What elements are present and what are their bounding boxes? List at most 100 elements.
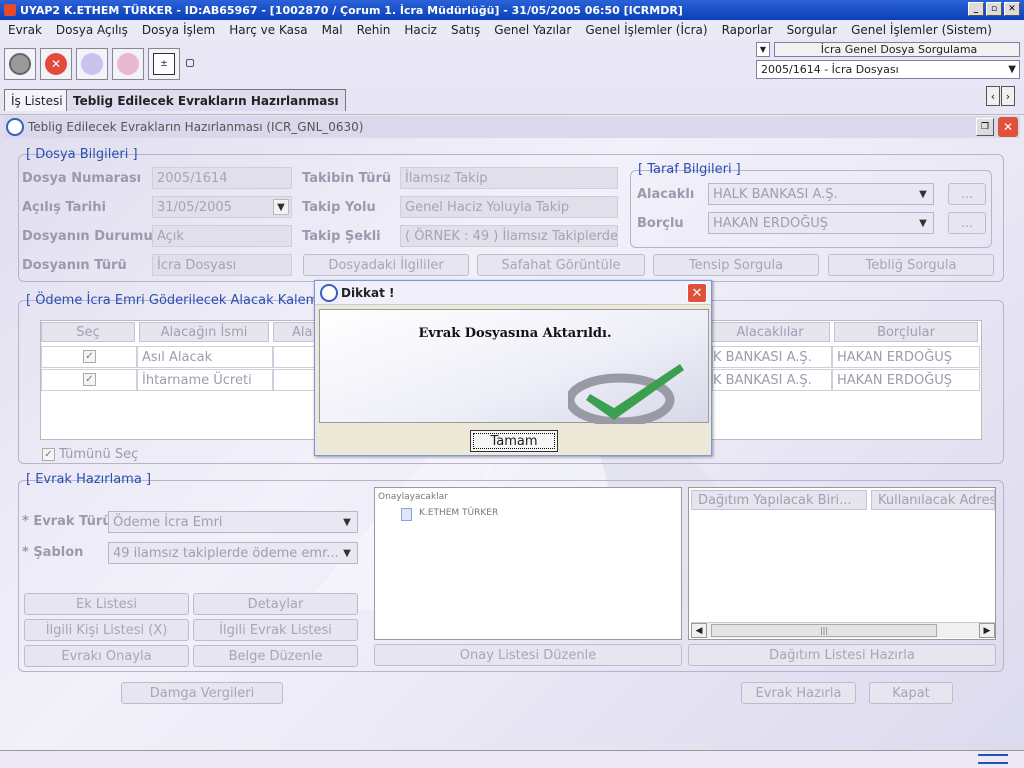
menu-genel-yazilar[interactable]: Genel Yazılar bbox=[494, 23, 571, 37]
alacakli-more-button[interactable]: ... bbox=[948, 183, 986, 205]
taraf-bilgileri-group bbox=[630, 170, 992, 248]
table-row-2-name: İhtarname Ücreti bbox=[137, 369, 273, 391]
alacakli-value: HALK BANKASI A.Ş. bbox=[713, 187, 838, 202]
info-button[interactable] bbox=[4, 48, 36, 80]
query-dropdown-arrow-icon[interactable]: ▼ bbox=[756, 42, 770, 57]
kapat-button[interactable]: Kapat bbox=[869, 682, 953, 704]
row-1-checkbox[interactable]: ✓ bbox=[83, 350, 96, 363]
tree-item[interactable]: K.ETHEM TÜRKER bbox=[419, 508, 498, 518]
dosyadaki-ilgililer-button[interactable]: Dosyadaki İlgililer bbox=[303, 254, 469, 276]
table-row-1-borclu: HAKAN ERDOĞUŞ bbox=[832, 346, 980, 368]
onaylayacaklar-tree[interactable]: Onaylayacaklar K.ETHEM TÜRKER bbox=[374, 487, 682, 640]
date-dropdown-icon[interactable]: ▼ bbox=[273, 199, 289, 215]
restore-button[interactable]: ❐ bbox=[976, 118, 994, 136]
borclu-combo[interactable]: HAKAN ERDOĞUŞ ▼ bbox=[708, 212, 934, 234]
close-button[interactable]: ✕ bbox=[1004, 2, 1020, 16]
people-button[interactable] bbox=[112, 48, 144, 80]
calculator-icon: ± bbox=[153, 53, 175, 75]
dosya-durumu-field[interactable]: Açık bbox=[152, 225, 292, 247]
tensip-sorgula-button[interactable]: Tensip Sorgula bbox=[653, 254, 819, 276]
safahat-goruntule-button[interactable]: Safahat Görüntüle bbox=[477, 254, 645, 276]
teblig-sorgula-button[interactable]: Tebliğ Sorgula bbox=[828, 254, 994, 276]
file-combo-value: 2005/1614 - İcra Dosyası bbox=[761, 63, 899, 76]
connection-icon bbox=[978, 754, 1008, 764]
menu-sorgular[interactable]: Sorgular bbox=[787, 23, 838, 37]
col-dagitim[interactable]: Dağıtım Yapılacak Biri... bbox=[691, 490, 867, 510]
menu-dosya-islem[interactable]: Dosya İşlem bbox=[142, 23, 215, 37]
onay-listesi-duzenle-button[interactable]: Onay Listesi Düzenle bbox=[374, 644, 682, 666]
uyap-logo-icon bbox=[6, 118, 24, 136]
ilgili-kisi-listesi-button[interactable]: İlgili Kişi Listesi (X) bbox=[24, 619, 189, 641]
col-sec[interactable]: Seç bbox=[41, 322, 135, 342]
menu-genel-islemler-sistem[interactable]: Genel İşlemler (Sistem) bbox=[851, 23, 992, 37]
dosya-numarasi-field[interactable]: 2005/1614 bbox=[152, 167, 292, 189]
menu-evrak[interactable]: Evrak bbox=[8, 23, 42, 37]
menu-raporlar[interactable]: Raporlar bbox=[722, 23, 773, 37]
document-icon bbox=[401, 508, 412, 521]
calculator-button[interactable]: ± bbox=[148, 48, 180, 80]
dialog-close-button[interactable]: ✕ bbox=[687, 283, 707, 303]
col-alacaklilar[interactable]: Alacaklılar bbox=[710, 322, 830, 342]
ilgili-evrak-listesi-button[interactable]: İlgili Evrak Listesi bbox=[193, 619, 358, 641]
belge-duzenle-button[interactable]: Belge Düzenle bbox=[193, 645, 358, 667]
col-adres[interactable]: Kullanılacak Adres bbox=[871, 490, 995, 510]
damga-vergileri-button[interactable]: Damga Vergileri bbox=[121, 682, 283, 704]
dosya-bilgileri-title: [ Dosya Bilgileri ] bbox=[26, 147, 138, 162]
menu-rehin[interactable]: Rehin bbox=[357, 23, 391, 37]
evrak-group-title: [ Evrak Hazırlama ] bbox=[26, 472, 152, 487]
detaylar-button[interactable]: Detaylar bbox=[193, 593, 358, 615]
menu-satis[interactable]: Satış bbox=[451, 23, 480, 37]
users-button[interactable] bbox=[76, 48, 108, 80]
scroll-thumb[interactable]: ||| bbox=[711, 624, 937, 637]
scroll-left-icon[interactable]: ◀ bbox=[691, 623, 707, 638]
select-all-label: Tümünü Seç bbox=[59, 447, 139, 462]
takip-yolu-field[interactable]: Genel Haciz Yoluyla Takip bbox=[400, 196, 618, 218]
tab-teblig[interactable]: Teblig Edilecek Evrakların Hazırlanması bbox=[66, 89, 346, 111]
sablon-combo[interactable]: 49 ilamsız takiplerde ödeme emr... ▼ bbox=[108, 542, 358, 564]
subwindow-title: Teblig Edilecek Evrakların Hazırlanması … bbox=[28, 120, 364, 134]
takip-sekli-field[interactable]: ( ÖRNEK : 49 ) İlamsız Takiplerde bbox=[400, 225, 618, 247]
row-2-checkbox[interactable]: ✓ bbox=[83, 373, 96, 386]
menu-harc-kasa[interactable]: Harç ve Kasa bbox=[229, 23, 307, 37]
borclu-more-button[interactable]: ... bbox=[948, 212, 986, 234]
menu-genel-islemler-icra[interactable]: Genel İşlemler (İcra) bbox=[585, 23, 707, 37]
ok-button[interactable]: Tamam bbox=[470, 430, 558, 452]
tab-bar: İş Listesi Teblig Edilecek Evrakların Ha… bbox=[0, 88, 1024, 112]
tab-is-listesi[interactable]: İş Listesi bbox=[4, 89, 70, 111]
tab-next-icon[interactable]: › bbox=[1001, 86, 1015, 106]
ek-listesi-button[interactable]: Ek Listesi bbox=[24, 593, 189, 615]
col-alacak-ismi[interactable]: Alacağın İsmi bbox=[139, 322, 269, 342]
odeme-group-title: [ Ödeme İcra Emri Göderilecek Alacak Kal… bbox=[26, 293, 330, 308]
select-all-checkbox[interactable]: ✓ bbox=[42, 448, 55, 461]
menu-bar: Evrak Dosya Açılış Dosya İşlem Harç ve K… bbox=[0, 20, 1024, 40]
evrak-hazirla-button[interactable]: Evrak Hazırla bbox=[741, 682, 856, 704]
subwindow-close-button[interactable]: ✕ bbox=[998, 117, 1018, 137]
people-icon bbox=[117, 53, 139, 75]
evraki-onayla-button[interactable]: Evrakı Onayla bbox=[24, 645, 189, 667]
acilis-tarihi-field[interactable]: 31/05/2005 ▼ bbox=[152, 196, 292, 218]
menu-mal[interactable]: Mal bbox=[322, 23, 343, 37]
menu-haciz[interactable]: Haciz bbox=[404, 23, 437, 37]
cancel-button[interactable]: ✕ bbox=[40, 48, 72, 80]
menu-dosya-acilis[interactable]: Dosya Açılış bbox=[56, 23, 128, 37]
chevron-down-icon: ▼ bbox=[343, 516, 351, 528]
tab-prev-icon[interactable]: ‹ bbox=[986, 86, 1000, 106]
scroll-right-icon[interactable]: ▶ bbox=[979, 623, 995, 638]
alacakli-combo[interactable]: HALK BANKASI A.Ş. ▼ bbox=[708, 183, 934, 205]
maximize-button[interactable]: ▫ bbox=[986, 2, 1002, 16]
subwindow-titlebar: Teblig Edilecek Evrakların Hazırlanması … bbox=[4, 116, 1020, 138]
evrak-turu-combo[interactable]: Ödeme İcra Emri ▼ bbox=[108, 511, 358, 533]
dosya-turu-field[interactable]: İcra Dosyası bbox=[152, 254, 292, 276]
takip-turu-field[interactable]: İlamsız Takip bbox=[400, 167, 618, 189]
minimize-button[interactable]: _ bbox=[968, 2, 984, 16]
acilis-tarihi-label: Açılış Tarihi bbox=[22, 200, 106, 215]
file-combo[interactable]: 2005/1614 - İcra Dosyası ▼ bbox=[756, 60, 1020, 79]
dagitim-listesi-hazirla-button[interactable]: Dağıtım Listesi Hazırla bbox=[688, 644, 996, 666]
table-row-2-borclu: HAKAN ERDOĞUŞ bbox=[832, 369, 980, 391]
horizontal-scrollbar[interactable]: ◀ ||| ▶ bbox=[691, 622, 995, 638]
query-button[interactable]: İcra Genel Dosya Sorgulama bbox=[774, 42, 1020, 57]
info-icon bbox=[9, 53, 31, 75]
col-borclular[interactable]: Borçlular bbox=[834, 322, 978, 342]
col-ala[interactable]: Ala bbox=[273, 322, 315, 342]
dialog-logo-icon bbox=[320, 284, 338, 302]
